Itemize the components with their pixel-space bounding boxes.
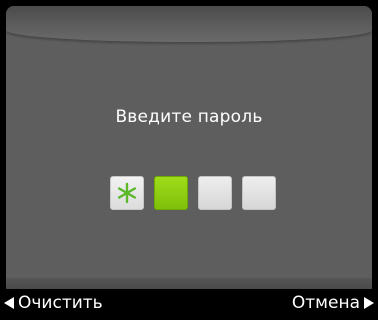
- pin-box-3[interactable]: [198, 176, 232, 210]
- pin-entry-row[interactable]: [110, 176, 276, 210]
- phone-screen: Введите пароль Очистить Отмена: [0, 0, 378, 320]
- dialog-header-bar: [6, 6, 372, 42]
- password-dialog: [6, 6, 372, 289]
- triangle-right-icon: [364, 297, 374, 309]
- softkey-bar: Очистить Отмена: [0, 289, 378, 320]
- cancel-softkey[interactable]: Отмена: [292, 290, 374, 316]
- clear-softkey[interactable]: Очистить: [4, 290, 103, 316]
- pin-box-1[interactable]: [110, 176, 144, 210]
- pin-box-2[interactable]: [154, 176, 188, 210]
- cancel-softkey-label: Отмена: [291, 293, 360, 313]
- asterisk-icon: [111, 177, 143, 209]
- clear-softkey-label: Очистить: [18, 293, 103, 313]
- dialog-footer-strip: [6, 278, 372, 289]
- pin-box-4[interactable]: [242, 176, 276, 210]
- password-prompt: Введите пароль: [115, 107, 263, 127]
- triangle-left-icon: [4, 297, 14, 309]
